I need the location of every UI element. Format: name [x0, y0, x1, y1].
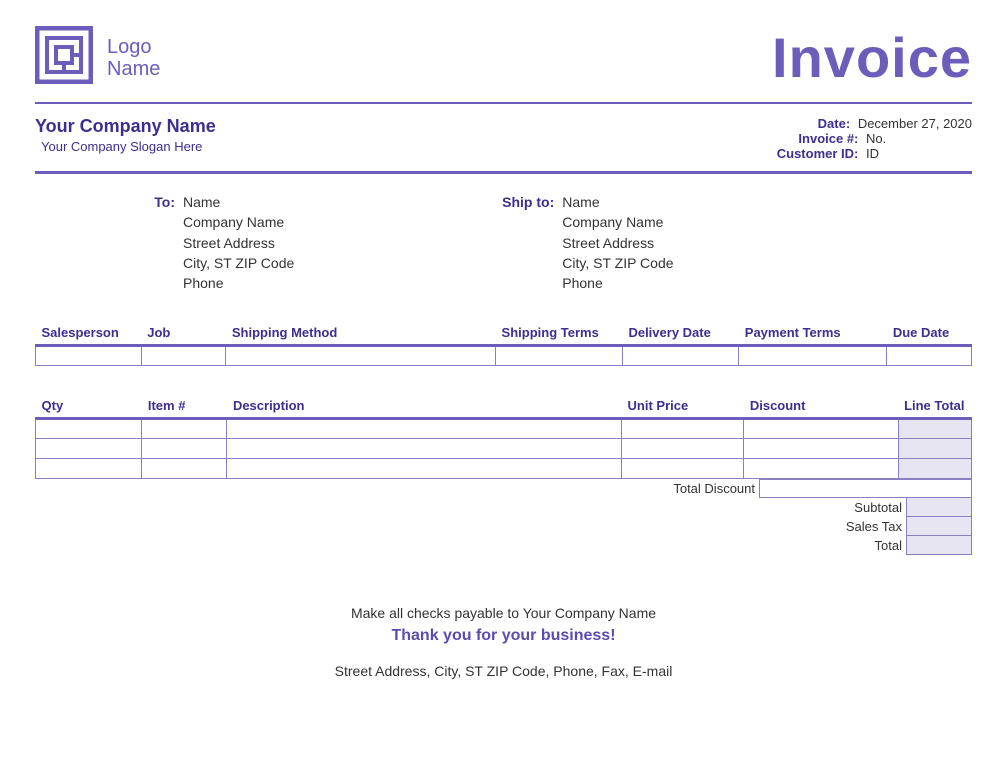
cell-unit-price[interactable] [622, 439, 744, 459]
cell-unit-price[interactable] [622, 459, 744, 479]
invoice-number-value: No. [862, 131, 972, 146]
divider-top [35, 102, 972, 104]
th-shipping-method: Shipping Method [226, 321, 496, 346]
bill-to-block: To: Name Company Name Street Address Cit… [115, 192, 294, 293]
ship-to-company: Company Name [562, 212, 673, 232]
bill-to-lines: Name Company Name Street Address City, S… [183, 192, 294, 293]
cell-line-total[interactable] [898, 439, 971, 459]
invoice-title: Invoice [772, 25, 972, 90]
divider-mid [35, 171, 972, 174]
date-value: December 27, 2020 [854, 116, 972, 131]
ship-to-city: City, ST ZIP Code [562, 253, 673, 273]
th-payment-terms: Payment Terms [739, 321, 887, 346]
bill-to-label: To: [115, 192, 175, 293]
logo-line1: Logo [107, 36, 160, 58]
sales-tax-label: Sales Tax [842, 518, 906, 535]
terms-row [36, 346, 972, 366]
total-label: Total [871, 537, 906, 554]
th-item: Item # [142, 394, 227, 419]
terms-table: Salesperson Job Shipping Method Shipping… [35, 321, 972, 366]
logo-block: Logo Name [35, 26, 160, 89]
items-table: Qty Item # Description Unit Price Discou… [35, 394, 972, 479]
ship-to-block: Ship to: Name Company Name Street Addres… [494, 192, 673, 293]
logo-icon [35, 26, 93, 89]
th-line-total: Line Total [898, 394, 971, 419]
logo-line2: Name [107, 58, 160, 80]
th-delivery-date: Delivery Date [622, 321, 738, 346]
item-row [36, 459, 972, 479]
cell-delivery-date[interactable] [622, 346, 738, 366]
date-label: Date: [818, 116, 851, 131]
company-block: Your Company Name Your Company Slogan He… [35, 116, 216, 154]
th-due-date: Due Date [887, 321, 972, 346]
company-name: Your Company Name [35, 116, 216, 137]
cell-qty[interactable] [36, 459, 142, 479]
th-description: Description [227, 394, 622, 419]
subtotal-value[interactable] [906, 498, 972, 517]
cell-line-total[interactable] [898, 459, 971, 479]
customer-id-value: ID [862, 146, 972, 161]
invoice-number-label: Invoice #: [798, 131, 858, 146]
bill-to-company: Company Name [183, 212, 294, 232]
th-salesperson: Salesperson [36, 321, 142, 346]
cell-item[interactable] [142, 459, 227, 479]
sales-tax-value[interactable] [906, 517, 972, 536]
item-row [36, 439, 972, 459]
cell-discount[interactable] [744, 419, 898, 439]
th-discount: Discount [744, 394, 898, 419]
ship-to-label: Ship to: [494, 192, 554, 293]
ship-to-lines: Name Company Name Street Address City, S… [562, 192, 673, 293]
cell-shipping-terms[interactable] [496, 346, 623, 366]
cell-discount[interactable] [744, 439, 898, 459]
th-unit-price: Unit Price [622, 394, 744, 419]
totals-block: Total Discount Subtotal Sales Tax Total [35, 479, 972, 555]
customer-id-label: Customer ID: [777, 146, 859, 161]
item-row [36, 419, 972, 439]
subtotal-label: Subtotal [850, 499, 906, 516]
cell-line-total[interactable] [898, 419, 971, 439]
th-qty: Qty [36, 394, 142, 419]
logo-text: Logo Name [107, 36, 160, 80]
cell-qty[interactable] [36, 419, 142, 439]
cell-unit-price[interactable] [622, 419, 744, 439]
bill-to-phone: Phone [183, 273, 294, 293]
cell-item[interactable] [142, 419, 227, 439]
cell-job[interactable] [141, 346, 226, 366]
payable-line: Make all checks payable to Your Company … [35, 605, 972, 621]
contact-line: Street Address, City, ST ZIP Code, Phone… [35, 663, 972, 679]
th-shipping-terms: Shipping Terms [496, 321, 623, 346]
th-job: Job [141, 321, 226, 346]
company-slogan: Your Company Slogan Here [35, 139, 216, 154]
cell-due-date[interactable] [887, 346, 972, 366]
cell-description[interactable] [227, 459, 622, 479]
cell-item[interactable] [142, 439, 227, 459]
cell-qty[interactable] [36, 439, 142, 459]
addresses: To: Name Company Name Street Address Cit… [35, 192, 972, 293]
bill-to-name: Name [183, 192, 294, 212]
company-meta: Your Company Name Your Company Slogan He… [35, 116, 972, 161]
footer: Make all checks payable to Your Company … [35, 605, 972, 679]
ship-to-name: Name [562, 192, 673, 212]
total-value[interactable] [906, 536, 972, 555]
thanks-line: Thank you for your business! [35, 627, 972, 645]
ship-to-phone: Phone [562, 273, 673, 293]
cell-discount[interactable] [744, 459, 898, 479]
bill-to-street: Street Address [183, 233, 294, 253]
cell-description[interactable] [227, 439, 622, 459]
meta-block: Date: December 27, 2020 Invoice #: No. C… [777, 116, 972, 161]
total-discount-label: Total Discount [669, 480, 759, 497]
cell-description[interactable] [227, 419, 622, 439]
header: Logo Name Invoice [35, 25, 972, 90]
cell-salesperson[interactable] [36, 346, 142, 366]
total-discount-value[interactable] [759, 479, 972, 498]
cell-shipping-method[interactable] [226, 346, 496, 366]
bill-to-city: City, ST ZIP Code [183, 253, 294, 273]
ship-to-street: Street Address [562, 233, 673, 253]
cell-payment-terms[interactable] [739, 346, 887, 366]
